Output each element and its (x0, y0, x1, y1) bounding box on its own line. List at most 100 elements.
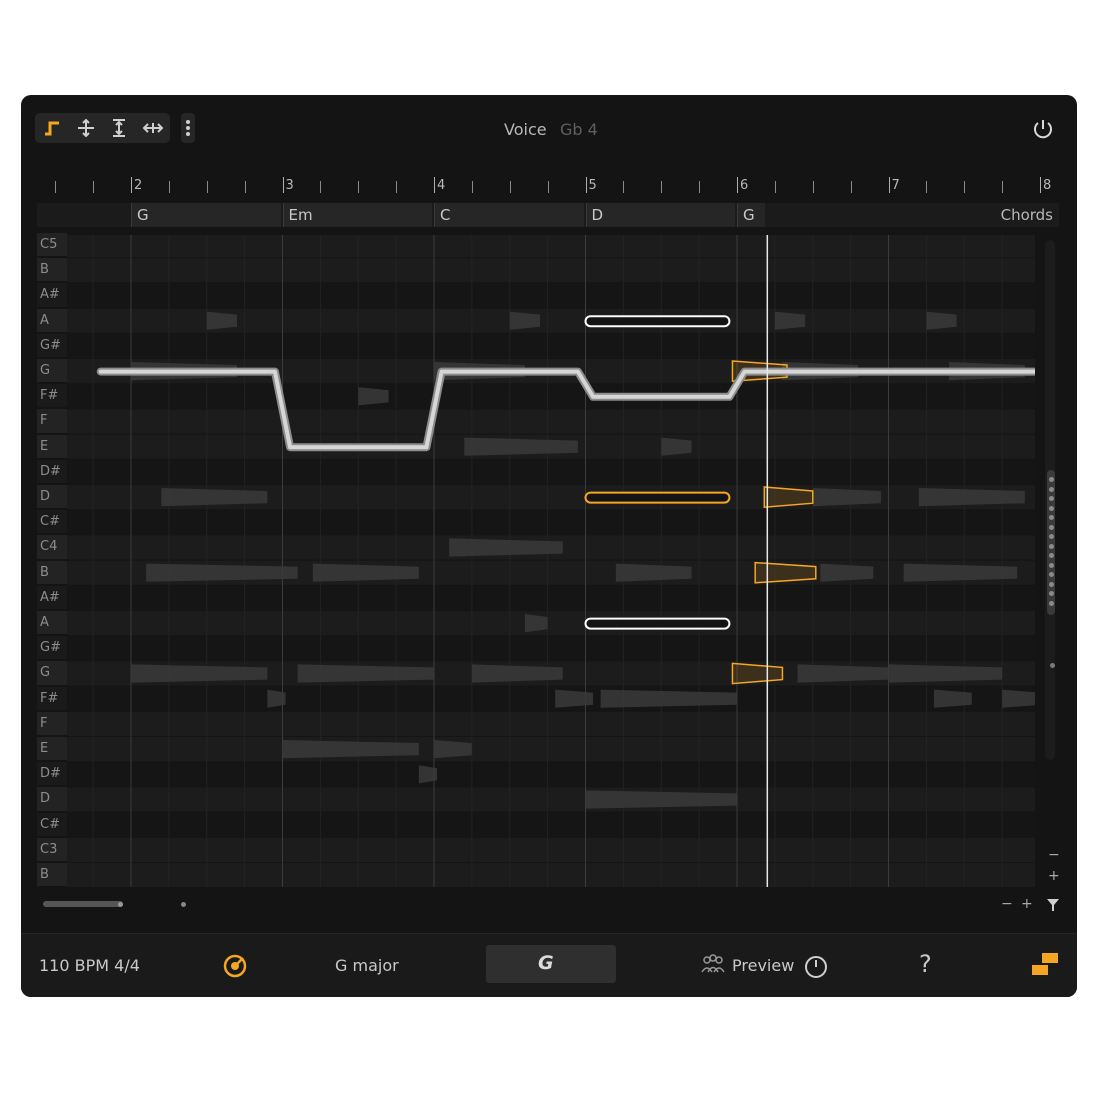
bar-number: 2 (134, 178, 143, 193)
scroll-grip-dot (1049, 486, 1054, 492)
horizontal-zoom-in[interactable]: + (1021, 896, 1033, 912)
scroll-grip-dot (1049, 534, 1054, 539)
more-vertical-icon (186, 120, 190, 136)
chord-name: G (137, 206, 149, 224)
more-button[interactable] (181, 113, 195, 143)
piano-key[interactable]: A# (37, 283, 67, 307)
scroll-grip-dot (1049, 477, 1054, 482)
tempo-display[interactable]: 110 BPM 4/4 (39, 956, 140, 975)
scroll-grip-dot (1049, 591, 1054, 596)
timeline-ruler[interactable]: 2 3 4 5 6 7 8 (37, 175, 1059, 197)
snap-button[interactable]: G (486, 945, 616, 983)
key-display[interactable]: G major (335, 956, 399, 975)
metronome-icon[interactable] (222, 953, 248, 979)
chord-block[interactable]: G (737, 203, 766, 227)
beat-tick (774, 181, 776, 193)
beat-tick (93, 181, 95, 193)
vertical-zoom-in[interactable]: + (1048, 868, 1060, 884)
piano-key[interactable]: E (37, 737, 67, 761)
accent-note (754, 561, 817, 584)
row-band (67, 611, 1035, 636)
row-band (67, 737, 1035, 762)
ghost-note (206, 311, 238, 330)
chord-block[interactable]: C (434, 203, 584, 227)
piano-key[interactable]: G (37, 661, 67, 685)
piano-key[interactable]: D (37, 485, 67, 509)
beat-tick (547, 181, 549, 193)
ghost-note (600, 689, 737, 708)
ghost-note (267, 689, 286, 708)
scroll-grip-dot (1049, 600, 1054, 606)
beat-tick (812, 181, 814, 193)
piano-key[interactable]: C# (37, 812, 67, 836)
selected-note (584, 491, 731, 504)
move-tool-button[interactable] (68, 113, 102, 143)
chord-block[interactable]: G (131, 203, 281, 227)
beat-tick (661, 181, 663, 193)
piano-key[interactable]: C# (37, 510, 67, 534)
ghost-note (471, 664, 563, 683)
note-tool-button[interactable] (35, 113, 69, 143)
bar-number: 3 (285, 178, 294, 193)
row-band (67, 333, 1035, 358)
piano-key[interactable]: C4 (37, 535, 67, 559)
piano-key[interactable]: F# (37, 686, 67, 710)
piano-key[interactable]: A (37, 611, 67, 635)
piano-key[interactable]: A# (37, 585, 67, 609)
beat-tick (244, 181, 246, 193)
beat-tick (55, 181, 57, 193)
chord-track[interactable]: G D C Em G Chords (37, 203, 1059, 227)
chord-block[interactable]: Em (282, 203, 432, 227)
beat-tick (396, 181, 398, 193)
piano-key[interactable]: D (37, 787, 67, 811)
piano-key[interactable]: G# (37, 636, 67, 660)
piano-key[interactable]: F (37, 409, 67, 433)
piano-keyboard[interactable]: C5 B A# A G# G F# F E D# D C# C4 B A# A G# G F# F E D# D C# C3 B (37, 233, 67, 887)
piano-key[interactable]: F (37, 711, 67, 735)
beat-tick (850, 181, 852, 193)
beat-tick (623, 181, 625, 193)
vertical-zoom-out[interactable]: − (1048, 847, 1060, 863)
snap-label: G (538, 952, 554, 974)
ensemble-icon (701, 954, 725, 973)
row-band (67, 812, 1035, 837)
ghost-note (585, 790, 737, 809)
ghost-note (926, 311, 957, 330)
piano-key[interactable]: D# (37, 762, 67, 786)
timer-icon[interactable] (803, 953, 829, 979)
note-grid[interactable] (67, 235, 1035, 887)
piano-key[interactable]: G (37, 359, 67, 383)
scroll-grip-dot (1049, 553, 1054, 558)
piano-key[interactable]: B (37, 560, 67, 584)
piano-key[interactable]: B (37, 863, 67, 887)
chord-block[interactable]: D (585, 203, 735, 227)
bar-number: 4 (437, 178, 446, 193)
time-tool-button[interactable] (135, 113, 169, 143)
horizontal-zoom-out[interactable]: − (1001, 896, 1013, 912)
ghost-note (418, 765, 438, 784)
note-canvas (67, 235, 1035, 887)
piano-key[interactable]: A (37, 308, 67, 332)
power-button[interactable] (1031, 117, 1055, 141)
stretch-tool-button[interactable] (101, 113, 135, 143)
piano-key[interactable]: B (37, 258, 67, 282)
filter-icon[interactable] (1046, 898, 1060, 912)
time-tool-icon (142, 123, 164, 133)
piano-key[interactable]: F# (37, 384, 67, 408)
ghost-note (161, 488, 268, 507)
piano-key[interactable]: C5 (37, 233, 67, 257)
piano-key[interactable]: G# (37, 333, 67, 357)
chord-name: D (591, 206, 604, 224)
ghost-note (312, 563, 419, 582)
preview-button[interactable]: Preview (732, 956, 794, 975)
piano-key[interactable]: E (37, 434, 67, 458)
ghost-note (1002, 689, 1035, 708)
ghost-note (358, 387, 389, 406)
piano-key[interactable]: D# (37, 459, 67, 483)
piano-key[interactable]: C3 (37, 837, 67, 861)
row-band (67, 686, 1035, 711)
help-button[interactable]: ? (919, 950, 932, 978)
horizontal-scroll-thumb[interactable] (43, 901, 123, 907)
ghost-note (146, 563, 298, 582)
scroll-grip-dot (1049, 515, 1054, 520)
